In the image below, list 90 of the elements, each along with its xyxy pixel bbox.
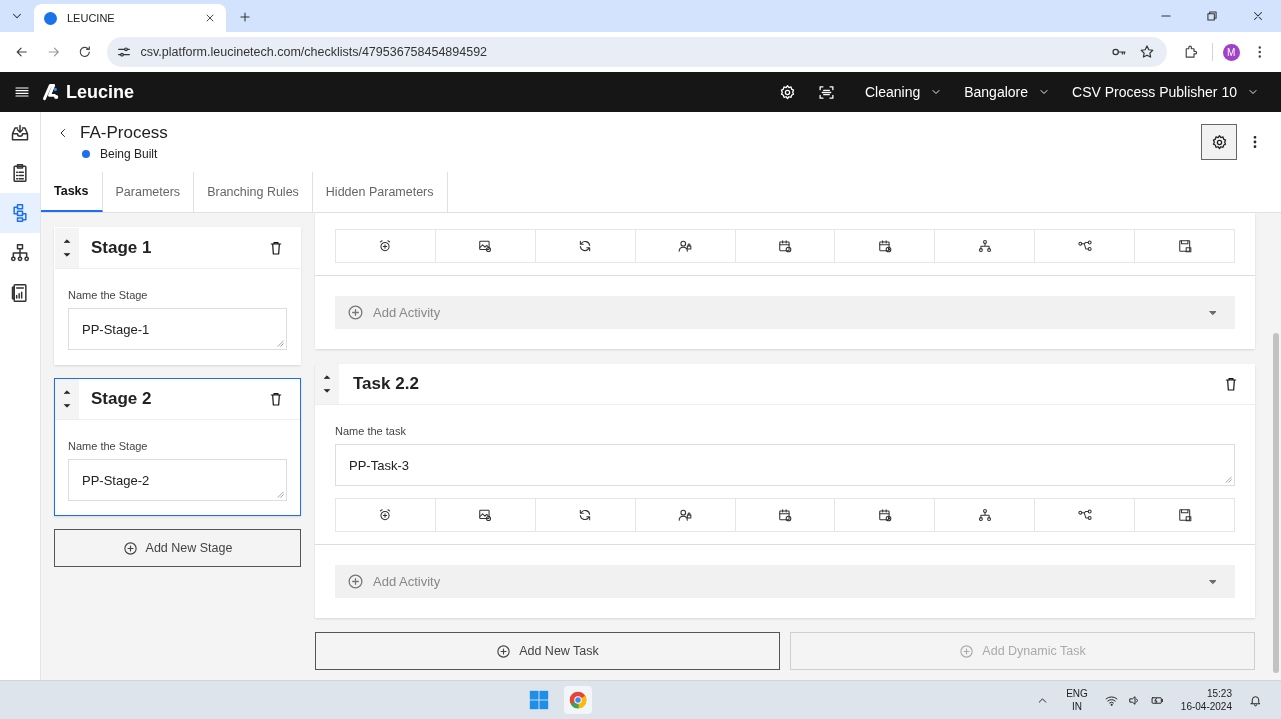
settings-button[interactable] [1201, 124, 1237, 160]
resize-handle-icon [1224, 475, 1232, 483]
calendar-icon [778, 239, 792, 253]
hierarchy-icon [10, 243, 30, 263]
bell-icon[interactable] [1249, 693, 1262, 707]
language-text[interactable]: ENG [1066, 687, 1088, 700]
close-icon[interactable] [1251, 9, 1265, 23]
favicon-icon [44, 11, 57, 25]
flowchart-icon [10, 203, 30, 223]
wifi-icon[interactable] [1104, 693, 1118, 707]
add-stage-button[interactable]: Add New Stage [54, 529, 301, 567]
scan-icon[interactable] [817, 83, 835, 101]
brand-name: Leucine [66, 81, 135, 103]
stage-title: Stage 2 [91, 389, 152, 409]
branch-icon [1077, 508, 1092, 522]
url-text: csv.platform.leucinetech.com/checklists/479536758454894592 [140, 45, 488, 59]
header-dropdown[interactable]: Cleaning [864, 84, 943, 100]
refresh-icon [578, 508, 593, 522]
tab[interactable]: Branching Rules [194, 172, 313, 212]
tab[interactable]: Parameters [102, 172, 195, 212]
image-icon [478, 508, 493, 522]
hierarchy-icon [977, 239, 992, 253]
status-dot [82, 150, 90, 158]
status-text: Being Built [100, 147, 158, 161]
settings-icon[interactable] [778, 83, 796, 101]
clipboard-icon [10, 163, 30, 183]
add-circle-icon [347, 573, 364, 590]
move-up-icon[interactable] [62, 236, 72, 246]
calendar-clock-icon [877, 239, 892, 253]
browser-tab[interactable]: LEUCINE [34, 4, 226, 32]
calendar-clock-icon [877, 508, 892, 522]
resize-handle-icon [276, 490, 284, 498]
report-icon [10, 283, 30, 303]
move-down-icon[interactable] [62, 250, 72, 260]
delete-icon[interactable] [268, 391, 284, 407]
profile-avatar[interactable]: M [1223, 43, 1240, 61]
hierarchy-icon [977, 508, 992, 522]
add-circle-icon [959, 643, 975, 659]
scrollbar-thumb[interactable] [1273, 333, 1279, 673]
alarm-icon [378, 508, 393, 522]
user-lock-icon [678, 239, 693, 253]
inbox-icon [10, 123, 30, 143]
add-circle-icon [347, 304, 364, 321]
field-label: Name the Stage [68, 289, 149, 301]
add-circle-icon [122, 540, 138, 556]
stage-title: Stage 1 [91, 238, 152, 258]
branch-icon [1077, 239, 1092, 253]
stage-name-field[interactable]: PP-Stage-2 [68, 459, 287, 501]
browser-icon[interactable] [563, 686, 592, 714]
stage-card[interactable]: Stage 1 Name the Stage PP-Stage-1 [54, 227, 301, 365]
header-dropdown[interactable]: CSV Process Publisher 10 [1072, 84, 1259, 100]
stage-card[interactable]: Stage 2 Name the Stage PP-Stage-2 [54, 378, 301, 516]
save-lock-icon [1177, 239, 1192, 253]
field-label: Name the Stage [68, 440, 149, 452]
refresh-icon [578, 239, 593, 253]
calendar-icon [778, 508, 792, 522]
star-icon[interactable] [1138, 44, 1155, 60]
header-dropdown[interactable]: Bangalore [964, 84, 1051, 100]
page-title: FA-Process [80, 123, 168, 143]
save-lock-icon [1177, 508, 1192, 522]
settings-icon [1210, 133, 1228, 151]
reload-icon[interactable] [77, 44, 93, 60]
task-title: Task 2.2 [353, 374, 419, 394]
restore-icon[interactable] [1205, 9, 1219, 23]
menu-icon[interactable] [14, 84, 30, 100]
add-circle-icon [496, 643, 512, 659]
field-label: Name the task [335, 425, 407, 437]
start-icon[interactable] [527, 689, 550, 711]
move-down-icon[interactable] [62, 401, 72, 411]
clock-date[interactable]: 16-04-2024 [1180, 700, 1232, 713]
close-icon[interactable] [204, 12, 216, 24]
delete-icon[interactable] [268, 240, 284, 256]
tab-title: LEUCINE [67, 12, 116, 24]
alarm-icon [378, 239, 393, 253]
delete-icon[interactable] [1223, 376, 1239, 392]
tab[interactable]: Hidden Parameters [312, 172, 448, 212]
resize-handle-icon [276, 339, 284, 347]
add-task-button[interactable]: Add New Task [315, 632, 780, 670]
stage-name-field[interactable]: PP-Stage-1 [68, 308, 287, 350]
speaker-icon[interactable] [1127, 693, 1141, 707]
user-lock-icon [678, 508, 693, 522]
address-bar[interactable]: csv.platform.leucinetech.com/checklists/479536758454894592 [106, 37, 1167, 67]
image-icon [478, 239, 493, 253]
move-up-icon[interactable] [62, 387, 72, 397]
region-text[interactable]: IN [1072, 700, 1082, 713]
task-name-field[interactable]: PP-Task-3 [335, 444, 1235, 486]
move-up-icon[interactable] [322, 372, 332, 382]
move-down-icon[interactable] [322, 386, 332, 396]
new-tab-icon[interactable] [238, 10, 252, 24]
clock-time[interactable]: 15:23 [1206, 687, 1232, 700]
